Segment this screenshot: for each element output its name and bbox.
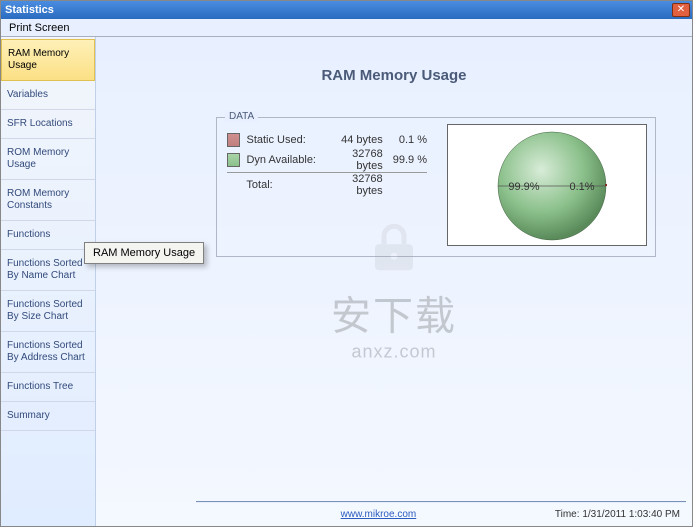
table-row-dyn: Dyn Available: 32768 bytes 99.9 % xyxy=(227,150,427,170)
close-icon[interactable]: ✕ xyxy=(672,3,690,17)
sidebar-item-rom-memory-constants[interactable]: ROM Memory Constants xyxy=(1,180,95,221)
data-fieldset: DATA Static Used: 44 bytes 0.1 % Dyn Ava… xyxy=(216,117,656,257)
static-label: Static Used: xyxy=(246,134,319,146)
sidebar-item-sfr-locations[interactable]: SFR Locations xyxy=(1,110,95,139)
watermark-url: anxz.com xyxy=(331,341,457,362)
pie-label-right: 0.1% xyxy=(569,181,594,193)
sidebar-item-functions-tree[interactable]: Functions Tree xyxy=(1,373,95,402)
watermark-text: 安下载 xyxy=(331,283,457,341)
fieldset-legend: DATA xyxy=(225,111,258,122)
sidebar-item-summary[interactable]: Summary xyxy=(1,402,95,431)
sidebar-item-ram-memory-usage[interactable]: RAM Memory Usage xyxy=(1,39,95,81)
swatch-dyn-icon xyxy=(227,153,240,167)
static-pct: 0.1 % xyxy=(389,134,427,146)
sidebar-item-functions[interactable]: Functions xyxy=(1,221,95,250)
sidebar-item-functions-sorted-by-size[interactable]: Functions Sorted By Size Chart xyxy=(1,291,95,332)
dyn-label: Dyn Available: xyxy=(246,154,319,166)
dyn-pct: 99.9 % xyxy=(389,154,427,166)
main-content: RAM Memory Usage DATA Static Used: 44 by… xyxy=(96,37,692,526)
total-bytes: 32768 bytes xyxy=(325,173,382,197)
sidebar-item-variables[interactable]: Variables xyxy=(1,81,95,110)
pie-chart: 99.9% 0.1% xyxy=(447,124,647,246)
table-row-static: Static Used: 44 bytes 0.1 % xyxy=(227,130,427,150)
window-title: Statistics xyxy=(5,4,54,16)
menubar: Print Screen xyxy=(1,19,692,37)
data-table: Static Used: 44 bytes 0.1 % Dyn Availabl… xyxy=(227,130,427,195)
sidebar-item-functions-sorted-by-name[interactable]: Functions Sorted By Name Chart xyxy=(1,250,95,291)
tooltip: RAM Memory Usage xyxy=(84,242,204,264)
page-title: RAM Memory Usage xyxy=(96,67,692,84)
footer-link[interactable]: www.mikroe.com xyxy=(341,509,417,520)
footer-time: Time: 1/31/2011 1:03:40 PM xyxy=(555,509,680,520)
menu-print-screen[interactable]: Print Screen xyxy=(5,20,74,36)
sidebar-item-functions-sorted-by-address[interactable]: Functions Sorted By Address Chart xyxy=(1,332,95,373)
footer-divider xyxy=(196,501,686,503)
workspace: RAM Memory Usage Variables SFR Locations… xyxy=(1,37,692,526)
titlebar: Statistics ✕ xyxy=(1,1,692,19)
sidebar: RAM Memory Usage Variables SFR Locations… xyxy=(1,37,96,526)
footer: www.mikroe.com Time: 1/31/2011 1:03:40 P… xyxy=(196,501,686,520)
total-label: Total: xyxy=(246,179,319,191)
dyn-bytes: 32768 bytes xyxy=(325,148,382,172)
static-bytes: 44 bytes xyxy=(325,134,382,146)
pie-label-left: 99.9% xyxy=(508,181,539,193)
table-row-total: Total: 32768 bytes xyxy=(227,175,427,195)
sidebar-item-rom-memory-usage[interactable]: ROM Memory Usage xyxy=(1,139,95,180)
swatch-static-icon xyxy=(227,133,240,147)
